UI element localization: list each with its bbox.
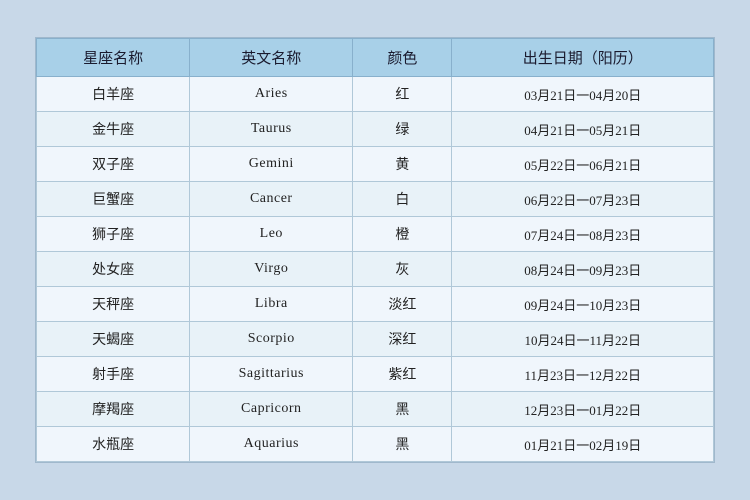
table-row: 巨蟹座Cancer白06月22日一07月23日 [37,182,714,217]
cell-zh-name: 白羊座 [37,77,190,112]
cell-color: 红 [353,77,452,112]
table-row: 处女座Virgo灰08月24日一09月23日 [37,252,714,287]
cell-en-name: Virgo [190,252,353,287]
header-date: 出生日期（阳历） [452,39,714,77]
table-row: 摩羯座Capricorn黑12月23日一01月22日 [37,392,714,427]
table-row: 天秤座Libra淡红09月24日一10月23日 [37,287,714,322]
cell-zh-name: 天蝎座 [37,322,190,357]
table-row: 狮子座Leo橙07月24日一08月23日 [37,217,714,252]
cell-zh-name: 金牛座 [37,112,190,147]
zodiac-table-container: 星座名称 英文名称 颜色 出生日期（阳历） 白羊座Aries红03月21日一04… [35,37,715,463]
cell-date: 09月24日一10月23日 [452,287,714,322]
table-row: 双子座Gemini黄05月22日一06月21日 [37,147,714,182]
cell-date: 07月24日一08月23日 [452,217,714,252]
cell-en-name: Aquarius [190,427,353,462]
cell-en-name: Leo [190,217,353,252]
cell-color: 紫红 [353,357,452,392]
cell-color: 黑 [353,427,452,462]
cell-color: 深红 [353,322,452,357]
header-en-name: 英文名称 [190,39,353,77]
cell-color: 黄 [353,147,452,182]
cell-en-name: Libra [190,287,353,322]
header-color: 颜色 [353,39,452,77]
table-row: 射手座Sagittarius紫红11月23日一12月22日 [37,357,714,392]
cell-color: 灰 [353,252,452,287]
cell-en-name: Scorpio [190,322,353,357]
cell-color: 黑 [353,392,452,427]
cell-en-name: Sagittarius [190,357,353,392]
cell-zh-name: 狮子座 [37,217,190,252]
cell-en-name: Capricorn [190,392,353,427]
cell-en-name: Cancer [190,182,353,217]
header-zh-name: 星座名称 [37,39,190,77]
cell-zh-name: 射手座 [37,357,190,392]
cell-en-name: Gemini [190,147,353,182]
cell-date: 10月24日一11月22日 [452,322,714,357]
table-header-row: 星座名称 英文名称 颜色 出生日期（阳历） [37,39,714,77]
cell-en-name: Aries [190,77,353,112]
cell-zh-name: 天秤座 [37,287,190,322]
cell-zh-name: 水瓶座 [37,427,190,462]
table-row: 水瓶座Aquarius黑01月21日一02月19日 [37,427,714,462]
cell-zh-name: 摩羯座 [37,392,190,427]
table-body: 白羊座Aries红03月21日一04月20日金牛座Taurus绿04月21日一0… [37,77,714,462]
table-row: 天蝎座Scorpio深红10月24日一11月22日 [37,322,714,357]
cell-date: 04月21日一05月21日 [452,112,714,147]
cell-color: 淡红 [353,287,452,322]
cell-en-name: Taurus [190,112,353,147]
cell-color: 白 [353,182,452,217]
table-row: 白羊座Aries红03月21日一04月20日 [37,77,714,112]
cell-date: 01月21日一02月19日 [452,427,714,462]
cell-date: 03月21日一04月20日 [452,77,714,112]
cell-zh-name: 双子座 [37,147,190,182]
cell-date: 08月24日一09月23日 [452,252,714,287]
cell-color: 绿 [353,112,452,147]
zodiac-table: 星座名称 英文名称 颜色 出生日期（阳历） 白羊座Aries红03月21日一04… [36,38,714,462]
cell-date: 11月23日一12月22日 [452,357,714,392]
cell-date: 12月23日一01月22日 [452,392,714,427]
cell-zh-name: 巨蟹座 [37,182,190,217]
cell-date: 06月22日一07月23日 [452,182,714,217]
table-row: 金牛座Taurus绿04月21日一05月21日 [37,112,714,147]
cell-color: 橙 [353,217,452,252]
cell-zh-name: 处女座 [37,252,190,287]
cell-date: 05月22日一06月21日 [452,147,714,182]
